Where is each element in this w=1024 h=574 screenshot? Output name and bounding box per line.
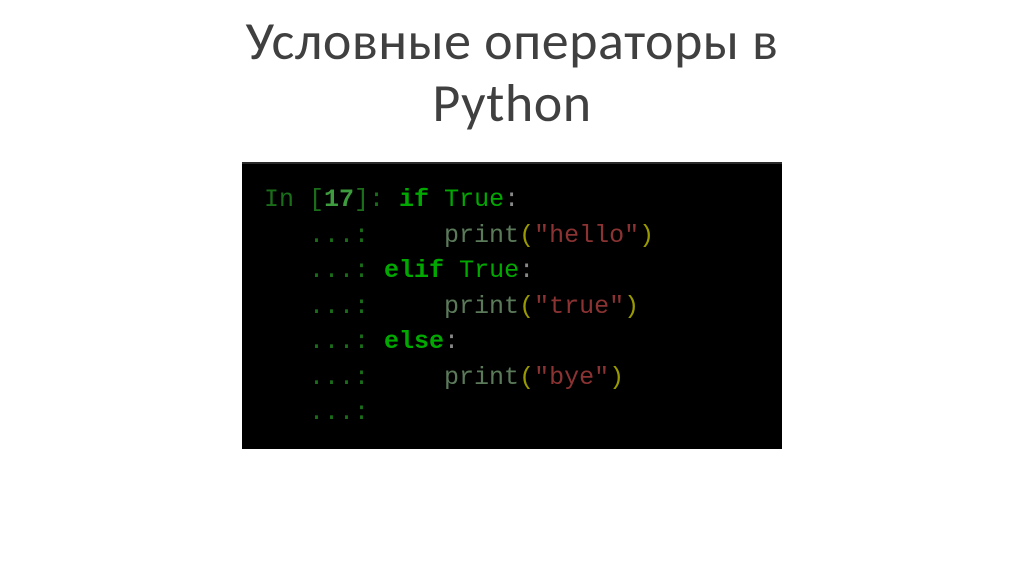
paren-open: ( <box>519 221 534 250</box>
prompt-close: ]: <box>354 185 399 214</box>
keyword-true: True <box>444 185 504 214</box>
paren-open: ( <box>519 292 534 321</box>
continuation-prompt: ...: <box>264 327 384 356</box>
code-line-1: In [17]: if True: <box>264 182 760 218</box>
paren-open: ( <box>519 363 534 392</box>
colon: : <box>444 327 459 356</box>
paren-close: ) <box>624 292 639 321</box>
continuation-prompt: ...: <box>264 292 384 321</box>
keyword-else: else <box>384 327 444 356</box>
code-line-5: ...: else: <box>264 324 760 360</box>
code-line-4: ...: print("true") <box>264 289 760 325</box>
continuation-prompt: ...: <box>264 363 384 392</box>
prompt-label: In [ <box>264 185 324 214</box>
slide-title: Условные операторы в Python <box>246 10 779 134</box>
string-bye: "bye" <box>534 363 609 392</box>
continuation-prompt: ...: <box>264 221 384 250</box>
func-print: print <box>444 292 519 321</box>
prompt-number: 17 <box>324 185 354 214</box>
title-line-2: Python <box>432 70 591 136</box>
paren-close: ) <box>609 363 624 392</box>
code-line-7: ...: <box>264 395 760 431</box>
colon: : <box>504 185 519 214</box>
string-true: "true" <box>534 292 624 321</box>
code-block: In [17]: if True: ...: print("hello") ..… <box>242 162 782 449</box>
keyword-elif: elif <box>384 256 444 285</box>
keyword-if: if <box>399 185 429 214</box>
keyword-true: True <box>459 256 519 285</box>
colon: : <box>519 256 534 285</box>
title-line-1: Условные операторы в <box>246 8 779 74</box>
code-line-2: ...: print("hello") <box>264 218 760 254</box>
func-print: print <box>444 363 519 392</box>
continuation-prompt: ...: <box>264 256 384 285</box>
func-print: print <box>444 221 519 250</box>
string-hello: "hello" <box>534 221 639 250</box>
code-line-3: ...: elif True: <box>264 253 760 289</box>
continuation-prompt: ...: <box>264 398 384 427</box>
code-line-6: ...: print("bye") <box>264 360 760 396</box>
paren-close: ) <box>639 221 654 250</box>
